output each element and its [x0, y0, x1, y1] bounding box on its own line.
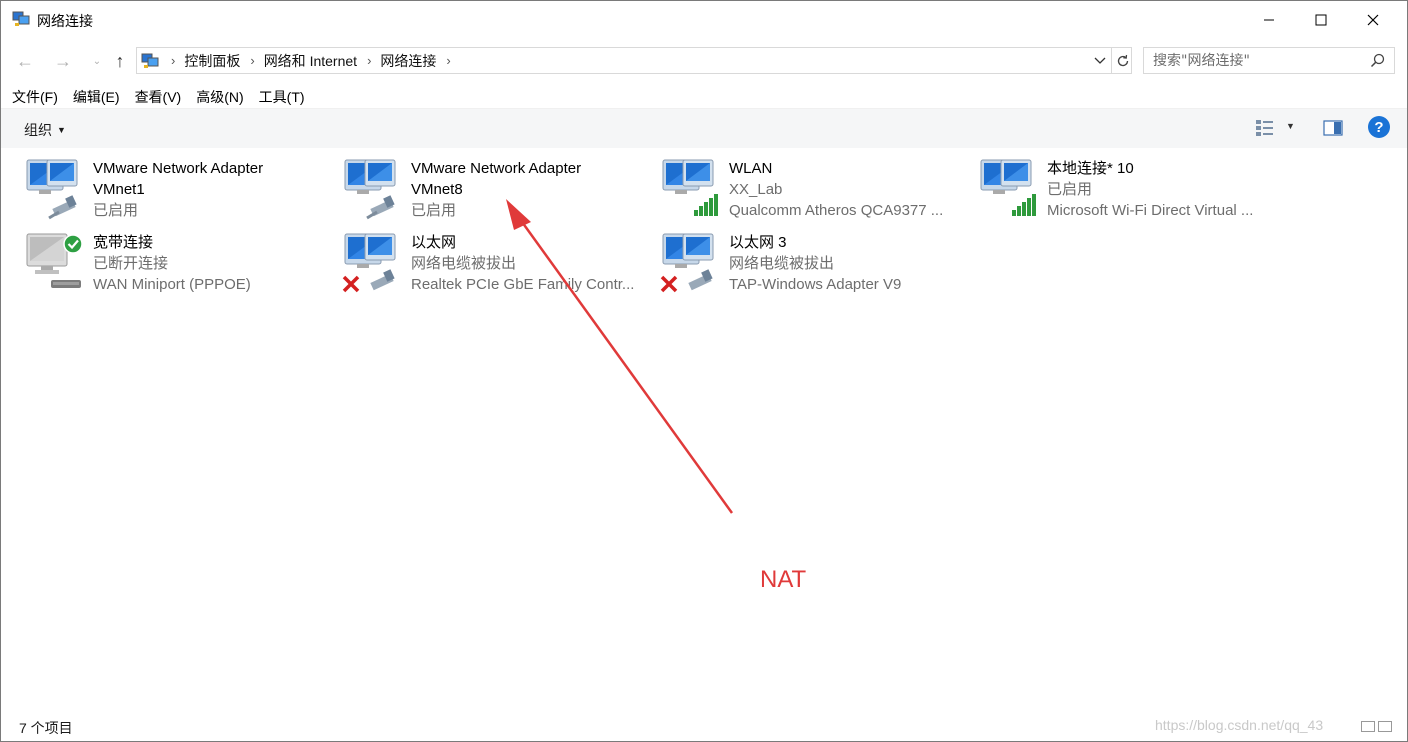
watermark: https://blog.csdn.net/qq_43 [1155, 717, 1324, 733]
view-toggle [1361, 721, 1392, 732]
tiles-view-icon[interactable] [1378, 721, 1392, 732]
details-view-icon[interactable] [1361, 721, 1375, 732]
network-connections-window: 网络连接 ← → ⌄ ↑ › 控制面板 › 网络和 Internet › 网络连… [0, 0, 1408, 742]
annotation-arrow [506, 199, 734, 514]
status-bar: 7 个项目 https://blog.csdn.net/qq_43 [1, 713, 1407, 741]
annotation-label: NAT [760, 566, 807, 593]
item-count: 7 个项目 [19, 720, 73, 736]
